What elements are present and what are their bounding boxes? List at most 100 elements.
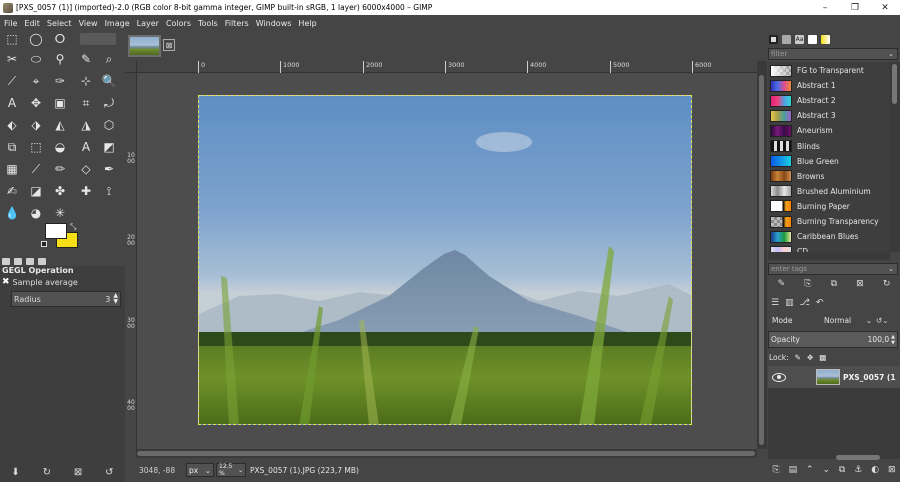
gradient-tool-icon[interactable]: ▦ xyxy=(4,161,20,177)
convolve-tool-icon[interactable]: ✳ xyxy=(52,205,68,221)
tool-options-tab-icon[interactable] xyxy=(2,257,10,265)
horizontal-scroll-thumb[interactable] xyxy=(137,451,755,456)
text-tool-icon-2[interactable]: A xyxy=(78,139,94,155)
perspective-clone-icon[interactable]: ⟟ xyxy=(101,183,117,199)
operation-close-icon[interactable]: ✖ xyxy=(2,277,10,287)
menu-select[interactable]: Select xyxy=(47,19,72,28)
canvas-vertical-scrollbar[interactable] xyxy=(757,61,767,449)
restore-button[interactable]: ❐ xyxy=(840,0,870,15)
new-gradient-icon[interactable]: ⎘ xyxy=(804,279,811,289)
lock-pixels-icon[interactable]: ✎ xyxy=(795,353,801,362)
canvas-horizontal-scrollbar[interactable] xyxy=(137,449,757,458)
gradient-item[interactable]: Burning Paper xyxy=(768,199,890,214)
minimize-button[interactable]: – xyxy=(810,0,840,15)
gradient-item[interactable]: Blue Green xyxy=(768,154,890,169)
text-a-tool-icon[interactable]: A xyxy=(4,95,20,111)
scissors-tool-icon[interactable]: ✂ xyxy=(4,51,20,67)
reset-options-icon[interactable]: ↺ xyxy=(105,467,113,478)
anchor-layer-icon[interactable]: ⚓ xyxy=(854,465,862,475)
photo-layer-image[interactable] xyxy=(198,95,692,425)
dodge-burn-icon[interactable]: ◕ xyxy=(28,205,44,221)
warp-transform-icon[interactable]: ⧉ xyxy=(4,139,20,155)
free-select-tool-icon[interactable]: ⬚ xyxy=(4,31,20,47)
delete-options-icon[interactable]: ⊠ xyxy=(74,467,82,478)
gradient-filter-input[interactable]: filter ⌄ xyxy=(768,48,898,60)
radius-spinner[interactable]: Radius 3 ▲ ▼ xyxy=(11,291,121,307)
delete-gradient-icon[interactable]: ⊠ xyxy=(856,279,864,289)
magnify-tool-icon[interactable]: 🔍 xyxy=(101,73,117,89)
document-tab-icon[interactable] xyxy=(808,34,817,44)
image-canvas[interactable] xyxy=(137,73,757,449)
fonts-tab-icon[interactable]: Aa xyxy=(795,34,804,44)
mypaint-brush-icon[interactable]: ◪ xyxy=(28,183,44,199)
smudge-tool-icon[interactable]: 💧 xyxy=(4,205,20,221)
cage-transform-icon[interactable]: ⬡ xyxy=(101,117,117,133)
menu-filters[interactable]: Filters xyxy=(225,19,249,28)
eye-icon[interactable] xyxy=(772,372,786,382)
menu-help[interactable]: Help xyxy=(298,19,316,28)
text-tool-icon[interactable]: ✑ xyxy=(52,73,68,89)
gradient-item[interactable]: Brushed Aluminium xyxy=(768,184,890,199)
swap-colors-icon[interactable]: ⤡ xyxy=(70,222,78,231)
crop-tool-icon[interactable]: ⌗ xyxy=(78,95,94,111)
gradients-tab-icon[interactable] xyxy=(821,34,830,44)
shear-tool-icon[interactable]: ⬗ xyxy=(28,117,44,133)
layers-tab-icon[interactable]: ☰ xyxy=(771,298,779,308)
image-tab-close-icon[interactable]: ⊠ xyxy=(163,39,175,51)
eraser-tool-icon[interactable]: ◇ xyxy=(78,161,94,177)
lower-layer-icon[interactable]: ⌄ xyxy=(822,465,830,475)
gradient-item[interactable]: FG to Transparent xyxy=(768,63,890,78)
chevron-down-icon[interactable]: ⌄ xyxy=(888,49,894,59)
unit-select[interactable]: px ⌄ xyxy=(186,463,214,477)
duplicate-gradient-icon[interactable]: ⧉ xyxy=(831,279,837,289)
gradient-item[interactable]: Abstract 1 xyxy=(768,78,890,93)
device-status-tab-icon[interactable] xyxy=(14,257,22,265)
vertical-scroll-thumb[interactable] xyxy=(759,75,764,445)
brushes-tab-icon[interactable] xyxy=(769,34,778,44)
gradient-item[interactable]: Burning Transparency xyxy=(768,214,890,229)
mode-select[interactable]: Normal ⌄ xyxy=(824,316,872,325)
gradient-list-scrollbar[interactable] xyxy=(890,62,900,252)
perspective-tool-icon[interactable]: ◭ xyxy=(52,117,68,133)
channels-tab-icon[interactable]: ▥ xyxy=(785,298,794,308)
menu-edit[interactable]: Edit xyxy=(24,19,40,28)
foreground-select-tool-icon[interactable]: ⬭ xyxy=(28,51,44,67)
menu-view[interactable]: View xyxy=(79,19,98,28)
paths-tool-icon[interactable]: ✎ xyxy=(78,51,94,67)
fuzzy-select-tool-icon[interactable]: ⚲ xyxy=(52,51,68,67)
flip-tool-icon[interactable]: ◮ xyxy=(78,117,94,133)
new-group-icon[interactable]: ▤ xyxy=(789,465,798,475)
mode-reset-icon[interactable]: ↺⌄ xyxy=(876,316,889,325)
lasso-tool-icon[interactable]: ⵔ xyxy=(52,31,68,47)
align-tool-icon[interactable]: ⊹ xyxy=(78,73,94,89)
paths-tab-icon[interactable]: ⎇ xyxy=(800,298,810,308)
layer-thumbnail[interactable] xyxy=(816,369,840,385)
color-picker-icon[interactable]: ⌖ xyxy=(28,73,44,89)
new-layer-icon[interactable]: ⎘ xyxy=(772,465,779,475)
save-options-icon[interactable]: ⬇ xyxy=(11,467,19,478)
gradient-item[interactable]: Abstract 2 xyxy=(768,93,890,108)
zoom-tool-icon[interactable]: ⌕ xyxy=(101,51,117,67)
heal-tool-icon[interactable]: ✚ xyxy=(78,183,94,199)
chevron-down-icon[interactable]: ⌄ xyxy=(888,264,894,274)
gradient-item[interactable]: Abstract 3 xyxy=(768,108,890,123)
airbrush-tool-icon[interactable]: ✒ xyxy=(101,161,117,177)
images-tab-icon[interactable] xyxy=(38,257,46,265)
blend-tool-icon[interactable]: ◩ xyxy=(101,139,117,155)
menu-colors[interactable]: Colors xyxy=(166,19,191,28)
layer-row[interactable]: PXS_0057 (1 xyxy=(768,366,900,388)
gradient-scroll-thumb[interactable] xyxy=(892,64,897,104)
reset-colors-icon[interactable] xyxy=(41,241,47,247)
edit-gradient-icon[interactable]: ✎ xyxy=(778,279,786,289)
ellipse-select-tool-icon[interactable]: ◯ xyxy=(28,31,44,47)
menu-layer[interactable]: Layer xyxy=(137,19,159,28)
bucket-fill-icon[interactable]: ◒ xyxy=(52,139,68,155)
gradient-item[interactable]: Caribbean Blues xyxy=(768,229,890,244)
rectangle-select-icon[interactable]: ▣ xyxy=(52,95,68,111)
measure-tool-icon[interactable]: ⟋ xyxy=(4,73,20,89)
radius-spin-arrows-icon[interactable]: ▲ ▼ xyxy=(113,293,118,305)
menu-windows[interactable]: Windows xyxy=(256,19,292,28)
paintbrush-tool-icon[interactable]: ⟋ xyxy=(28,161,44,177)
ink-tool-icon[interactable]: ✍ xyxy=(4,183,20,199)
move-tool-icon[interactable]: ✥ xyxy=(28,95,44,111)
